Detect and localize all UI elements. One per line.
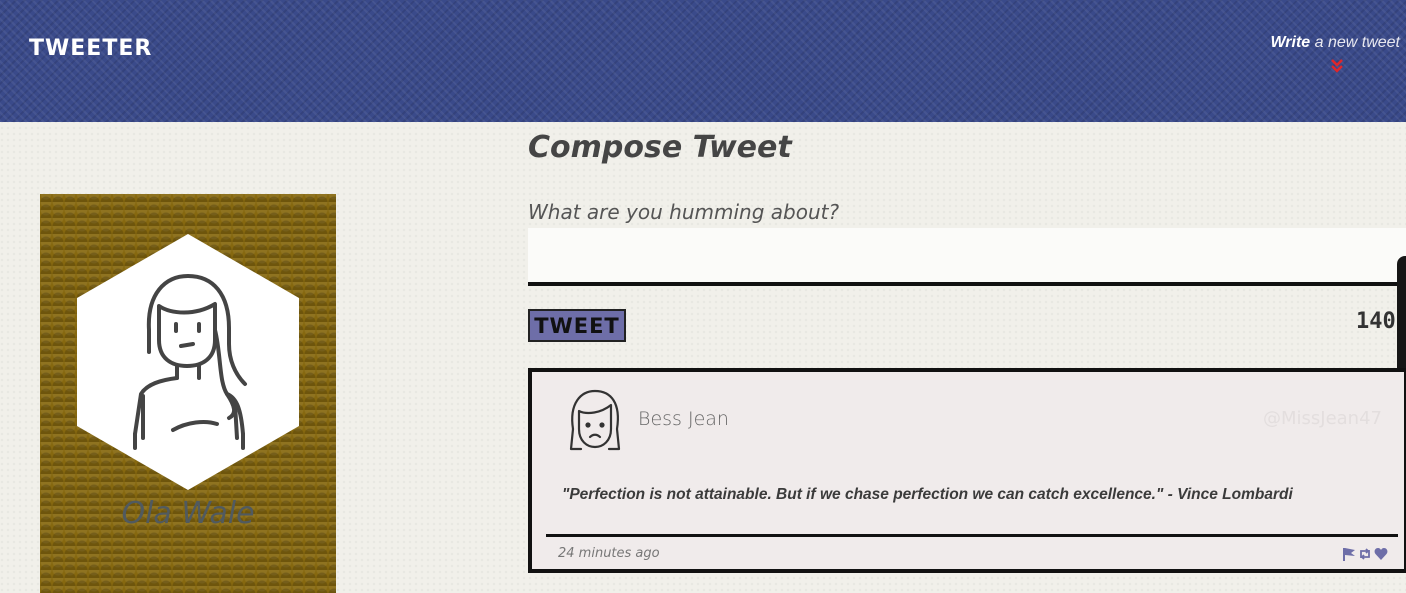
compose-label: What are you humming about? (528, 200, 840, 224)
tweet-card: Bess Jean @MissJean47 "Perfection is not… (528, 368, 1406, 573)
profile-avatar (77, 234, 299, 490)
profile-card: Ola Wale (40, 194, 336, 593)
heart-icon[interactable] (1374, 546, 1388, 560)
top-nav: TWEETER Write a new tweet (0, 0, 1406, 122)
tweet-text-input[interactable] (528, 228, 1406, 286)
tweet-author-name[interactable]: Bess Jean (638, 408, 729, 430)
brand-logo[interactable]: TWEETER (29, 36, 152, 61)
write-label-rest: a new tweet (1310, 34, 1400, 51)
tweet-timestamp: 24 minutes ago (558, 546, 660, 561)
double-chevron-down-icon[interactable] (1329, 58, 1345, 74)
girl-avatar-icon (569, 389, 621, 451)
tweet-submit-button[interactable]: TWEET (528, 309, 626, 342)
compose-title: Compose Tweet (528, 130, 792, 165)
tweet-author-handle[interactable]: @MissJean47 (1263, 408, 1382, 429)
write-label-bold: Write (1270, 34, 1311, 51)
flag-icon[interactable] (1342, 546, 1356, 561)
write-new-tweet-link[interactable]: Write a new tweet (1270, 34, 1400, 52)
tweet-actions (1342, 546, 1388, 561)
tweet-divider (546, 534, 1398, 537)
profile-name: Ola Wale (121, 496, 255, 531)
retweet-icon[interactable] (1358, 546, 1372, 560)
character-counter: 140 (1356, 309, 1396, 334)
tweet-content: "Perfection is not attainable. But if we… (562, 486, 1293, 503)
